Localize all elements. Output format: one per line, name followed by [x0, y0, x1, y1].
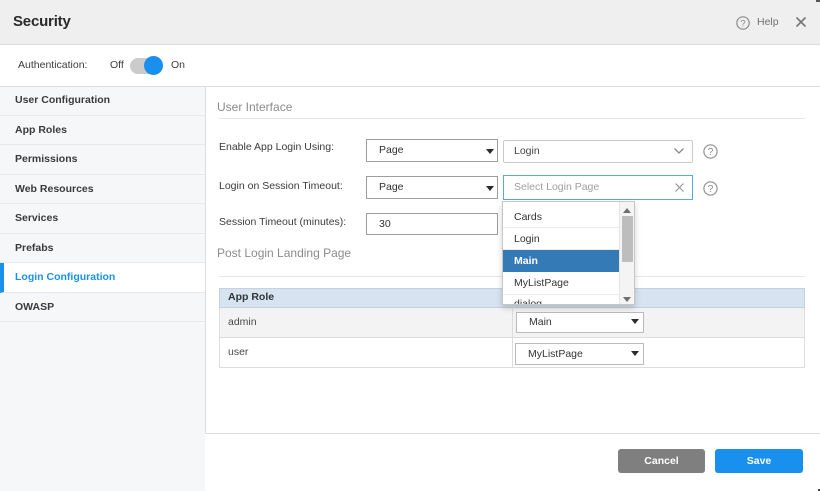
svg-text:?: ?: [708, 184, 714, 195]
svg-text:?: ?: [708, 147, 714, 158]
svg-text:?: ?: [740, 18, 745, 29]
